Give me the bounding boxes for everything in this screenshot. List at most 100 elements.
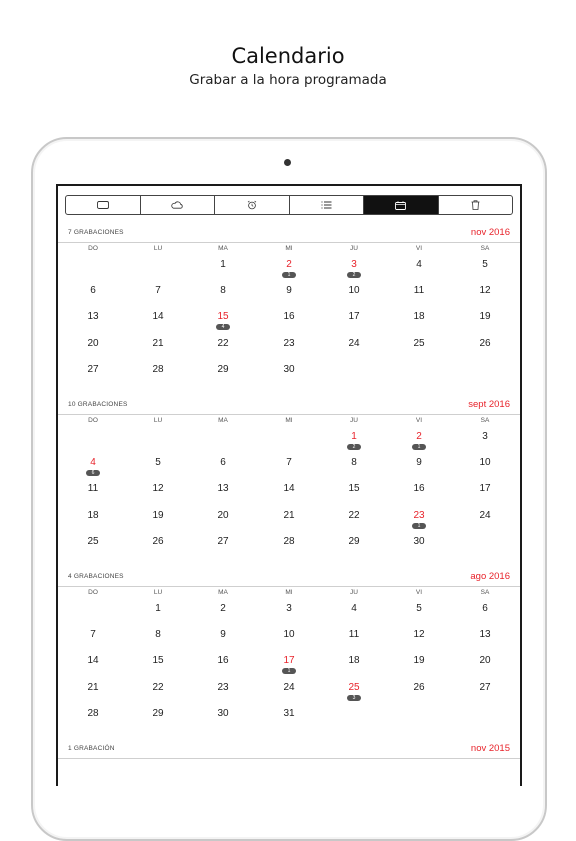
- calendar-day[interactable]: 5: [138, 457, 178, 468]
- calendar-day[interactable]: 9: [203, 629, 243, 640]
- calendar-day[interactable]: 10: [334, 285, 374, 296]
- recording-badge: 2: [347, 444, 361, 450]
- calendar-day[interactable]: 23: [203, 682, 243, 693]
- tab-calendar[interactable]: [364, 196, 439, 214]
- tab-tv[interactable]: [66, 196, 141, 214]
- calendar-day[interactable]: 27: [203, 536, 243, 547]
- calendar-day[interactable]: 2: [269, 259, 309, 270]
- calendar-day[interactable]: 14: [138, 311, 178, 322]
- calendar-day[interactable]: 25: [399, 338, 439, 349]
- calendar-day[interactable]: 19: [399, 655, 439, 666]
- calendar-day[interactable]: 2: [399, 431, 439, 442]
- calendar-day[interactable]: 27: [465, 682, 505, 693]
- calendar-day[interactable]: 20: [73, 338, 113, 349]
- tab-list[interactable]: [290, 196, 364, 214]
- calendar-day[interactable]: 13: [465, 629, 505, 640]
- calendar-day[interactable]: 8: [203, 285, 243, 296]
- calendar-day[interactable]: 15: [138, 655, 178, 666]
- calendar-day[interactable]: 4: [399, 259, 439, 270]
- calendar-day[interactable]: 29: [138, 708, 178, 719]
- calendar-day[interactable]: 18: [399, 311, 439, 322]
- calendar-day[interactable]: 7: [73, 629, 113, 640]
- calendar-day[interactable]: 31: [269, 708, 309, 719]
- calendar-day[interactable]: 29: [203, 364, 243, 375]
- calendar-day[interactable]: 1: [203, 259, 243, 270]
- calendar-day[interactable]: 13: [73, 311, 113, 322]
- calendar-day[interactable]: 19: [465, 311, 505, 322]
- calendar-day[interactable]: 23: [399, 510, 439, 521]
- calendar-day[interactable]: 7: [138, 285, 178, 296]
- calendar-day[interactable]: 13: [203, 483, 243, 494]
- calendar-day[interactable]: 1: [138, 603, 178, 614]
- calendar-day[interactable]: 8: [334, 457, 374, 468]
- calendar-day[interactable]: 3: [269, 603, 309, 614]
- calendar-day[interactable]: 6: [465, 603, 505, 614]
- calendar-day[interactable]: 10: [465, 457, 505, 468]
- calendar-day[interactable]: 30: [269, 364, 309, 375]
- calendar-day[interactable]: 24: [465, 510, 505, 521]
- recording-count: 1 GRABACIÓN: [68, 745, 115, 752]
- calendar-day[interactable]: 23: [269, 338, 309, 349]
- calendar-day[interactable]: 6: [73, 285, 113, 296]
- calendar-day[interactable]: 29: [334, 536, 374, 547]
- calendar-day[interactable]: 21: [269, 510, 309, 521]
- calendar-day[interactable]: 15: [334, 483, 374, 494]
- calendar-day[interactable]: 25: [73, 536, 113, 547]
- calendar-day[interactable]: 21: [138, 338, 178, 349]
- calendar-day[interactable]: 15: [203, 311, 243, 322]
- calendar-day[interactable]: 16: [203, 655, 243, 666]
- calendar-day[interactable]: 17: [334, 311, 374, 322]
- calendar-day[interactable]: 7: [269, 457, 309, 468]
- calendar-day[interactable]: 17: [269, 655, 309, 666]
- calendar-day[interactable]: 19: [138, 510, 178, 521]
- tab-alarm[interactable]: [215, 196, 290, 214]
- calendar-day[interactable]: 21: [73, 682, 113, 693]
- calendar-day[interactable]: 9: [399, 457, 439, 468]
- calendar-day[interactable]: 2: [203, 603, 243, 614]
- calendar-day[interactable]: 28: [73, 708, 113, 719]
- calendar-day[interactable]: 12: [399, 629, 439, 640]
- tab-cloud[interactable]: [141, 196, 215, 214]
- calendar-day[interactable]: 12: [465, 285, 505, 296]
- calendar-day[interactable]: 28: [269, 536, 309, 547]
- calendar-day[interactable]: 16: [269, 311, 309, 322]
- calendar-day[interactable]: 6: [203, 457, 243, 468]
- calendar-day[interactable]: 24: [334, 338, 374, 349]
- calendar-day[interactable]: 14: [73, 655, 113, 666]
- calendar-day[interactable]: 1: [334, 431, 374, 442]
- calendar-day[interactable]: 18: [73, 510, 113, 521]
- calendar-day[interactable]: 30: [399, 536, 439, 547]
- calendar-day[interactable]: 9: [269, 285, 309, 296]
- calendar-day[interactable]: 3: [334, 259, 374, 270]
- calendar-day[interactable]: 26: [465, 338, 505, 349]
- calendar-day[interactable]: 27: [73, 364, 113, 375]
- calendar-day[interactable]: 22: [334, 510, 374, 521]
- tab-trash[interactable]: [439, 196, 513, 214]
- calendar-day[interactable]: 11: [334, 629, 374, 640]
- calendar-day[interactable]: 24: [269, 682, 309, 693]
- calendar-day[interactable]: 5: [399, 603, 439, 614]
- calendar-day[interactable]: 10: [269, 629, 309, 640]
- calendar-day[interactable]: 20: [203, 510, 243, 521]
- calendar-day[interactable]: 11: [73, 483, 113, 494]
- calendar-day[interactable]: 25: [334, 682, 374, 693]
- calendar-day[interactable]: 30: [203, 708, 243, 719]
- calendar-month: 1 GRABACIÓN nov 2015: [58, 742, 520, 759]
- calendar-day[interactable]: 18: [334, 655, 374, 666]
- calendar-day[interactable]: 28: [138, 364, 178, 375]
- calendar-day[interactable]: 12: [138, 483, 178, 494]
- calendar-day[interactable]: 4: [73, 457, 113, 468]
- calendar-day[interactable]: 3: [465, 431, 505, 442]
- calendar-day[interactable]: 22: [138, 682, 178, 693]
- calendar-day[interactable]: 5: [465, 259, 505, 270]
- calendar-day[interactable]: 26: [399, 682, 439, 693]
- calendar-day[interactable]: 14: [269, 483, 309, 494]
- calendar-day[interactable]: 20: [465, 655, 505, 666]
- calendar-day[interactable]: 11: [399, 285, 439, 296]
- calendar-day[interactable]: 17: [465, 483, 505, 494]
- calendar-day[interactable]: 26: [138, 536, 178, 547]
- calendar-day[interactable]: 8: [138, 629, 178, 640]
- calendar-day[interactable]: 4: [334, 603, 374, 614]
- calendar-day[interactable]: 16: [399, 483, 439, 494]
- calendar-day[interactable]: 22: [203, 338, 243, 349]
